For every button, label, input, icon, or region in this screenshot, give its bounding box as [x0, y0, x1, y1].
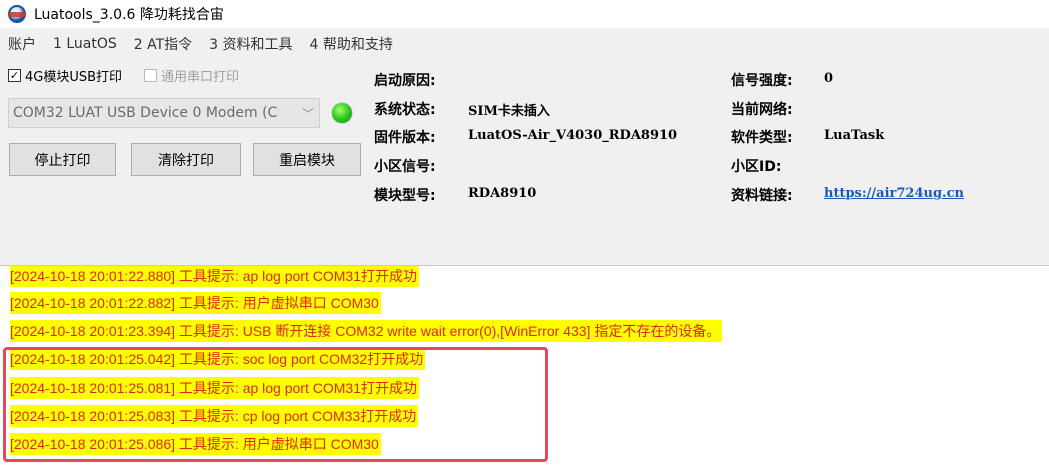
luatools-app-icon — [8, 5, 26, 23]
serial-print-checkbox[interactable] — [144, 69, 158, 82]
firmware-label: 固件版本: — [374, 130, 436, 146]
cell-signal-label: 小区信号: — [374, 159, 436, 175]
system-status-value: SIM卡未插入 — [468, 104, 550, 119]
log-line: [2024-10-18 20:01:25.042] 工具提示: soc log … — [10, 348, 426, 370]
docs-link-label: 资料链接: — [731, 188, 793, 204]
control-panel: ✓ 4G模块USB打印 通用串口打印 COM32 LUAT USB Device… — [0, 60, 1049, 265]
reboot-module-button[interactable]: 重启模块 — [253, 143, 361, 176]
log-line: [2024-10-18 20:01:25.081] 工具提示: ap log p… — [10, 377, 419, 399]
signal-strength-label: 信号强度: — [731, 73, 793, 89]
log-line: [2024-10-18 20:01:22.880] 工具提示: ap log p… — [10, 266, 419, 287]
menu-resources-tools[interactable]: 3 资料和工具 — [209, 34, 292, 54]
clear-print-button[interactable]: 清除打印 — [131, 143, 241, 176]
status-led-icon — [332, 103, 352, 123]
window-title: Luatools_3.0.6 降功耗找合宙 — [34, 7, 224, 23]
signal-strength-value: 0 — [824, 71, 834, 86]
print-mode-options: ✓ 4G模块USB打印 通用串口打印 — [8, 66, 239, 85]
chevron-down-icon[interactable]: ﹀ — [297, 105, 319, 122]
module-model-label: 模块型号: — [374, 188, 436, 204]
menu-help-support[interactable]: 4 帮助和支持 — [310, 34, 393, 54]
log-line: [2024-10-18 20:01:25.086] 工具提示: 用户虚拟串口 C… — [10, 433, 381, 455]
software-type-label: 软件类型: — [731, 130, 793, 146]
cell-id-label: 小区ID: — [731, 159, 782, 175]
boot-reason-label: 启动原因: — [374, 73, 436, 89]
log-line: [2024-10-18 20:01:22.882] 工具提示: 用户虚拟串口 C… — [10, 292, 381, 314]
menu-account[interactable]: 账户 — [8, 34, 36, 54]
port-select[interactable]: COM32 LUAT USB Device 0 Modem (C ﹀ — [8, 98, 320, 128]
log-line: [2024-10-18 20:01:23.394] 工具提示: USB 断开连接… — [10, 320, 723, 342]
port-select-value: COM32 LUAT USB Device 0 Modem (C — [13, 105, 278, 121]
usb-print-label: 4G模块USB打印 — [25, 70, 123, 85]
stop-print-button[interactable]: 停止打印 — [9, 143, 116, 176]
title-bar: Luatools_3.0.6 降功耗找合宙 — [0, 0, 1049, 28]
firmware-value: LuatOS-Air_V4030_RDA8910 — [468, 128, 678, 143]
software-type-value: LuaTask — [824, 128, 885, 143]
log-line: [2024-10-18 20:01:25.083] 工具提示: cp log p… — [10, 405, 419, 427]
log-output-area[interactable]: [2024-10-18 20:01:22.880] 工具提示: ap log p… — [0, 265, 1049, 468]
docs-link[interactable]: https://air724ug.cn — [824, 186, 964, 201]
serial-print-label: 通用串口打印 — [161, 70, 240, 85]
usb-print-checkbox[interactable]: ✓ — [8, 69, 21, 82]
module-model-value: RDA8910 — [468, 186, 537, 201]
system-status-label: 系统状态: — [374, 102, 436, 118]
current-network-label: 当前网络: — [731, 102, 793, 118]
menu-at-commands[interactable]: 2 AT指令 — [134, 34, 192, 54]
menu-luatos[interactable]: 1 LuatOS — [53, 36, 117, 52]
menu-bar: 账户 1 LuatOS 2 AT指令 3 资料和工具 4 帮助和支持 — [0, 28, 1049, 60]
